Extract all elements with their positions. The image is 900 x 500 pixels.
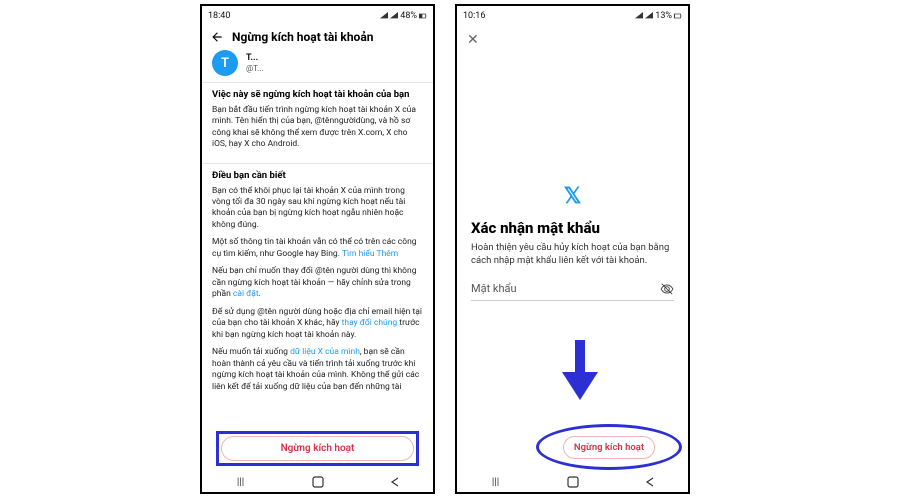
account-text: T... @T...: [246, 53, 263, 73]
account-row[interactable]: T T... @T...: [202, 50, 433, 82]
back-arrow-icon[interactable]: [210, 30, 224, 44]
deactivate-button[interactable]: Ngừng kích hoạt: [221, 436, 414, 461]
highlight-box: Ngừng kích hoạt: [216, 431, 419, 466]
close-icon[interactable]: ✕: [457, 26, 688, 54]
confirm-sub: Hoàn thiện yêu cầu hủy kích hoạt của bạn…: [457, 241, 688, 278]
section-deactivate: Việc này sẽ ngừng kích hoạt tài khoản củ…: [202, 89, 433, 163]
page-title: Ngừng kích hoạt tài khoản: [232, 30, 373, 44]
para-download: Nếu muốn tải xuống dữ liệu X của mình, b…: [212, 347, 423, 393]
highlight-ellipse: Ngừng kích hoạt: [536, 424, 682, 470]
section-body: Bạn bắt đầu tiến trình ngừng kích hoạt t…: [212, 105, 423, 151]
section-title: Điều bạn cần biết: [212, 170, 423, 183]
password-label: Mật khẩu: [471, 282, 517, 295]
nav-home-icon[interactable]: [311, 475, 325, 489]
phone-left: 18:40 48% Ngừng kích hoạt tài khoản T T.…: [200, 4, 435, 494]
battery-icon: [674, 12, 682, 20]
settings-link[interactable]: cài đặt: [233, 289, 259, 299]
change-them-link[interactable]: thay đổi chúng: [342, 318, 398, 328]
nav-recents-icon[interactable]: |||: [489, 475, 503, 489]
nav-bar: |||: [457, 472, 688, 492]
x-logo-wrap: 𝕏: [457, 184, 688, 209]
status-bar: 18:40 48%: [202, 6, 433, 26]
nav-back-icon[interactable]: [643, 475, 657, 489]
confirm-title: Xác nhận mật khẩu: [457, 209, 688, 241]
wifi-icon: [635, 12, 643, 20]
status-bar: 10:16 13%: [457, 6, 688, 26]
status-time: 10:16: [463, 11, 485, 21]
account-name: T...: [246, 53, 263, 64]
status-right: 48%: [380, 11, 427, 21]
learn-more-link[interactable]: Tìm hiểu Thêm: [342, 249, 398, 259]
app-header: Ngừng kích hoạt tài khoản: [202, 26, 433, 50]
avatar: T: [212, 50, 238, 76]
annotation-arrow-icon: [560, 340, 600, 400]
status-time: 18:40: [208, 11, 230, 21]
status-battery: 48%: [400, 11, 417, 21]
x-logo-icon: 𝕏: [564, 184, 582, 209]
status-right: 13%: [635, 11, 682, 21]
para-change: Để sử dụng @tên người dùng hoặc địa chỉ …: [212, 307, 423, 341]
nav-home-icon[interactable]: [566, 475, 580, 489]
para-search: Một số thông tin tài khoản vẫn có thể có…: [212, 237, 423, 260]
signal-icon: [390, 12, 398, 20]
status-battery: 13%: [655, 11, 672, 21]
password-field[interactable]: Mật khẩu: [471, 278, 674, 301]
divider: [202, 163, 433, 164]
section-know: Điều bạn cần biết Bạn có thể khôi phục l…: [202, 170, 433, 405]
phone-right: 10:16 13% ✕ 𝕏 Xác nhận mật khẩu Hoàn thi…: [455, 4, 690, 494]
wifi-icon: [380, 12, 388, 20]
signal-icon: [645, 12, 653, 20]
para-restore: Bạn có thể khôi phục lại tài khoản X của…: [212, 186, 423, 232]
eye-off-icon[interactable]: [660, 282, 674, 296]
nav-back-icon[interactable]: [388, 475, 402, 489]
nav-recents-icon[interactable]: |||: [234, 475, 248, 489]
nav-bar: |||: [202, 472, 433, 492]
account-handle: @T...: [246, 64, 263, 74]
divider: [202, 82, 433, 83]
battery-icon: [419, 12, 427, 20]
section-title: Việc này sẽ ngừng kích hoạt tài khoản củ…: [212, 89, 423, 102]
para-username: Nếu bạn chỉ muốn thay đổi @tên người dùn…: [212, 266, 423, 300]
deactivate-button[interactable]: Ngừng kích hoạt: [563, 436, 655, 459]
your-data-link[interactable]: dữ liệu X của mình: [290, 347, 360, 357]
